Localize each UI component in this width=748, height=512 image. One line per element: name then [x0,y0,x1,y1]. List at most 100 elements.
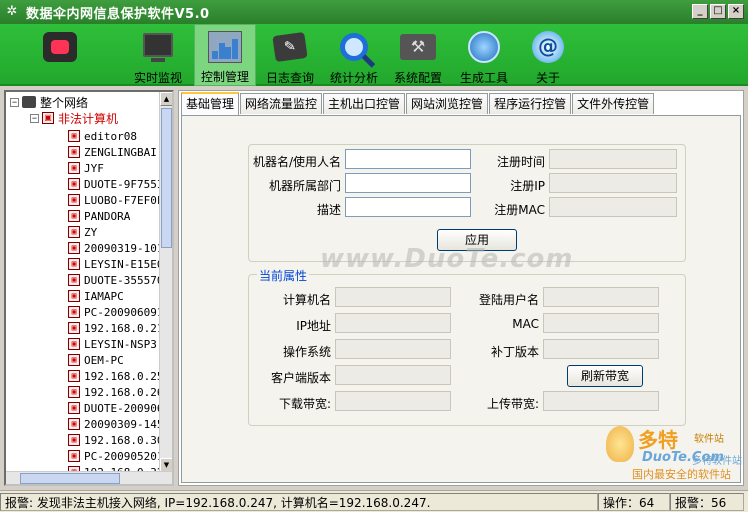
tree-group-illegal[interactable]: − ▣ 非法计算机 [30,110,118,126]
computer-icon: ▣ [68,194,80,206]
tab-web-browsing[interactable]: 网站浏览控管 [406,93,489,114]
current-properties-legend: 当前属性 [257,267,310,284]
tools-icon: ⚒ [398,27,438,67]
tree-node[interactable]: ▣ editor08 [68,128,137,144]
tree-node[interactable]: ▣ LEYSIN-E15E0 [68,256,163,272]
current-properties-group: 当前属性 计算机名 IP地址 操作系统 客户端版本 下载带宽: 登陆用户名 MA… [248,267,686,426]
toolbar-realtime-monitor[interactable]: 实时监视 [130,24,186,86]
toolbar-statistics[interactable]: 统计分析 [326,24,382,86]
ip-label: IP地址 [296,319,331,333]
computer-icon: ▣ [68,178,80,190]
toolbar-generate-tool[interactable]: 生成工具 [456,24,512,86]
patch-version-field [543,339,659,359]
computer-icon: ▣ [68,370,80,382]
tree-node-label: PC-200905201 [84,449,164,463]
tree-node-label: LUOBO-F7EF0F [84,193,164,207]
close-button[interactable]: × [728,4,744,19]
tree-node[interactable]: ▣ 192.168.0.21 [68,320,163,336]
scroll-down-icon[interactable]: ▼ [160,458,172,472]
scroll-thumb[interactable] [20,473,120,484]
scroll-up-icon[interactable]: ▲ [160,92,172,106]
computer-icon: ▣ [68,226,80,238]
tree-node[interactable]: ▣ OEM-PC [68,352,124,368]
tree-node[interactable]: ▣ DUOTE-9F755I [68,176,163,192]
toolbar-label: 控制管理 [200,70,249,84]
collapse-icon[interactable]: − [10,97,19,107]
tree-node[interactable]: ▣ ZY [68,224,97,240]
tree-node[interactable]: ▣ LUOBO-F7EF0F [68,192,163,208]
computer-icon: ▣ [68,146,80,158]
toolbar-label: 关于 [535,71,560,85]
reg-time-field [549,149,677,169]
tree-node[interactable]: ▣ DUOTE-200906 [68,400,163,416]
download-bandwidth-label: 下载带宽: [278,397,331,411]
tab-network-traffic[interactable]: 网络流量监控 [240,93,323,114]
computer-icon: ▣ [68,338,80,350]
tree-node[interactable]: ▣ 192.168.0.30 [68,432,163,448]
computer-tree[interactable]: − 整个网络 − ▣ 非法计算机 ▣ editor08 ▣ ZENGLINGBAI ▣ J… [4,90,174,486]
tree-node[interactable]: ▣ 20090319-101 [68,240,163,256]
toolbar-log-query[interactable]: ✎ 日志查询 [262,24,318,86]
tree-node[interactable]: ▣ DUOTE-355570 [68,272,163,288]
watermark-text: www.DuoTe.com [320,244,574,274]
minimize-button[interactable]: _ [692,4,708,19]
computer-icon: ▣ [68,274,80,286]
computer-icon: ▣ [68,306,80,318]
scroll-thumb[interactable] [161,108,172,248]
monitor-icon [138,27,178,67]
tree-vertical-scrollbar[interactable]: ▲ ▼ [159,92,172,472]
window-controls: _ □ × [692,4,744,19]
tab-file-transfer[interactable]: 文件外传控管 [572,93,655,114]
department-input[interactable] [345,173,471,193]
tree-node-label: LEYSIN-E15E0 [84,257,164,271]
main-toolbar: 实时监视 控制管理 ✎ 日志查询 统计分析 ⚒ 系统配置 生成工具 @ 关于 [0,24,748,86]
computer-icon: ▣ [68,162,80,174]
os-label: 操作系统 [282,345,331,359]
tree-horizontal-scrollbar[interactable] [6,471,172,484]
tree-node[interactable]: ▣ LEYSIN-NSP3 [68,336,157,352]
upload-bandwidth-label: 上传带宽: [486,397,539,411]
tab-basic-management[interactable]: 基础管理 [181,92,240,115]
status-alarms: 报警：56 [670,492,744,511]
tab-host-egress[interactable]: 主机出口控管 [323,93,406,114]
tree-node-label: DUOTE-9F755I [84,177,164,191]
tree-node[interactable]: ▣ 192.168.0.25 [68,368,163,384]
mac-label: MAC [512,317,539,331]
tab-program-control[interactable]: 程序运行控管 [489,93,572,114]
toolbar-about[interactable]: @ 关于 [526,24,570,86]
machine-name-input[interactable] [345,149,471,169]
computer-icon: ▣ [68,322,80,334]
status-operations: 操作：64 [598,492,670,511]
tree-node-label: ZENGLINGBAI [84,145,157,159]
log-icon: ✎ [270,27,310,67]
tree-node[interactable]: ▣ 192.168.0.26 [68,384,163,400]
tree-node[interactable]: ▣ 20090309-145 [68,416,163,432]
tree-node[interactable]: ▣ PC-200906091 [68,304,163,320]
ip-field [335,313,451,333]
toolbar-label: 生成工具 [459,71,508,85]
computer-icon: ▣ [68,450,80,462]
tree-root[interactable]: − 整个网络 [10,94,88,110]
tree-node-label: 20090319-101 [84,241,164,255]
toolbar-system-config[interactable]: ⚒ 系统配置 [390,24,446,86]
tree-node[interactable]: ▣ IAMAPC [68,288,124,304]
collapse-icon[interactable]: − [30,113,39,123]
watermark-logo: 多特 软件站 DuoTe.Com 多特软件站 国内最安全的软件站 [602,422,742,482]
tree-node[interactable]: ▣ PC-200905201 [68,448,163,464]
tree-node[interactable]: ▣ PANDORA [68,208,130,224]
toolbar-record[interactable] [38,24,82,86]
tree-node[interactable]: ▣ ZENGLINGBAI [68,144,157,160]
tree-node[interactable]: ▣ JYF [68,160,104,176]
maximize-button[interactable]: □ [710,4,726,19]
machine-name-label: 机器名/使用人名 [253,155,342,169]
toolbar-control-management[interactable]: 控制管理 [194,24,256,86]
reg-time-label: 注册时间 [496,155,545,169]
description-input[interactable] [345,197,471,217]
tree-node-label: PANDORA [84,209,131,223]
bulb-icon [606,426,634,462]
refresh-bandwidth-button[interactable]: 刷新带宽 [567,365,643,387]
record-icon [40,27,80,67]
computer-icon: ▣ [42,112,54,124]
tree-node-label: 192.168.0.30 [84,433,164,447]
toolbar-label: 统计分析 [329,71,378,85]
